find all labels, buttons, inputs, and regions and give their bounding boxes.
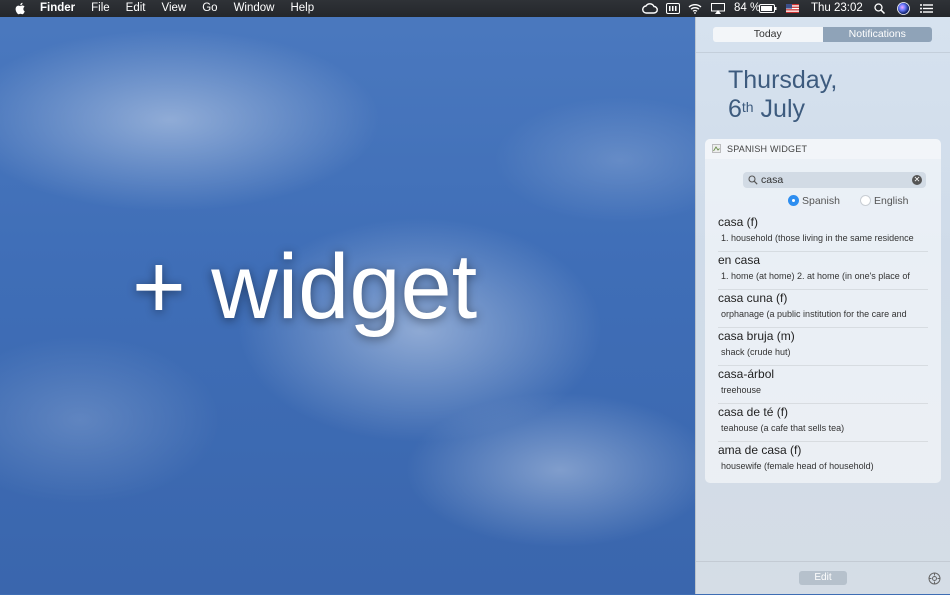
- list-item[interactable]: en casa 1. home (at home) 2. at home (in…: [718, 252, 928, 290]
- widget-header: SPANISH WIDGET: [705, 139, 941, 159]
- radio-spanish-indicator[interactable]: [788, 195, 799, 206]
- result-term: ama de casa (f): [718, 443, 802, 457]
- list-item[interactable]: ama de casa (f) housewife (female head o…: [718, 442, 928, 479]
- date-weekday: Thursday,: [728, 66, 838, 94]
- list-item[interactable]: casa (f) 1. household (those living in t…: [718, 214, 928, 252]
- result-term: en casa: [718, 253, 761, 267]
- result-definition: teahouse (a cafe that sells tea): [721, 423, 845, 433]
- view-switcher: Today Notifications: [713, 27, 932, 42]
- divider: [696, 52, 950, 53]
- radio-english-label: English: [874, 195, 909, 207]
- wifi-icon[interactable]: [688, 3, 702, 14]
- us-flag-icon[interactable]: [786, 4, 799, 13]
- result-definition: shack (crude hut): [721, 347, 791, 357]
- result-term: casa (f): [718, 215, 759, 229]
- result-term: casa de té (f): [718, 405, 789, 419]
- menu-edit[interactable]: Edit: [126, 0, 146, 17]
- notification-center-icon[interactable]: [920, 4, 933, 13]
- keyboard-menu-icon[interactable]: [666, 3, 680, 14]
- result-term: casa-árbol: [718, 367, 775, 381]
- result-definition: treehouse: [721, 385, 762, 395]
- notification-center-footer: Edit: [696, 561, 950, 595]
- radio-english-indicator[interactable]: [860, 195, 871, 206]
- menu-file[interactable]: File: [91, 0, 110, 17]
- menu-help[interactable]: Help: [290, 0, 314, 17]
- menu-go[interactable]: Go: [202, 0, 217, 17]
- search-input[interactable]: casa ✕: [743, 172, 926, 188]
- promo-headline: + widget: [132, 236, 478, 338]
- radio-english[interactable]: English: [860, 194, 920, 208]
- edit-button[interactable]: Edit: [799, 571, 847, 585]
- radio-spanish[interactable]: Spanish: [788, 194, 848, 208]
- list-item[interactable]: casa-árbol treehouse: [718, 366, 928, 404]
- siri-icon[interactable]: [897, 2, 910, 15]
- result-definition: housewife (female head of household): [721, 461, 874, 471]
- menu-window[interactable]: Window: [234, 0, 275, 17]
- date-suffix: th: [741, 99, 754, 115]
- notification-center-panel: Today Notifications Thursday, 6th July S…: [695, 17, 950, 594]
- apple-icon[interactable]: [14, 2, 26, 15]
- date-month: July: [760, 95, 806, 123]
- list-item[interactable]: casa cuna (f) orphanage (a public instit…: [718, 290, 928, 328]
- battery-icon[interactable]: [759, 4, 777, 13]
- widget-app-icon: [712, 144, 721, 153]
- date-day: 6: [728, 95, 742, 123]
- menu-view[interactable]: View: [162, 0, 187, 17]
- result-definition: 1. home (at home) 2. at home (in one's p…: [721, 271, 910, 281]
- radio-spanish-label: Spanish: [802, 195, 840, 207]
- menu-clock[interactable]: Thu 23:02: [811, 0, 863, 17]
- widget-title: SPANISH WIDGET: [727, 144, 808, 154]
- search-icon: [748, 175, 758, 185]
- tab-notifications[interactable]: Notifications: [822, 27, 932, 42]
- airplay-icon[interactable]: [711, 3, 725, 14]
- list-item[interactable]: casa bruja (m) shack (crude hut): [718, 328, 928, 366]
- search-query: casa: [761, 174, 784, 186]
- battery-percent[interactable]: 84 %: [734, 0, 760, 17]
- clear-search-icon[interactable]: ✕: [912, 175, 922, 185]
- tab-today[interactable]: Today: [713, 27, 823, 42]
- creative-cloud-icon[interactable]: [642, 3, 658, 14]
- result-definition: orphanage (a public institution for the …: [721, 309, 907, 319]
- spanish-widget: SPANISH WIDGET casa ✕ Spanish English ca…: [705, 139, 941, 483]
- result-term: casa cuna (f): [718, 291, 788, 305]
- results-list: casa (f) 1. household (those living in t…: [718, 214, 928, 479]
- result-definition: 1. household (those living in the same r…: [721, 233, 914, 243]
- spotlight-search-icon[interactable]: [874, 3, 885, 14]
- date-day-month: 6th July: [728, 95, 805, 123]
- menu-bar: Finder File Edit View Go Window Help 84 …: [0, 0, 950, 17]
- result-term: casa bruja (m): [718, 329, 795, 343]
- menu-app-name[interactable]: Finder: [40, 0, 75, 17]
- list-item[interactable]: casa de té (f) teahouse (a cafe that sel…: [718, 404, 928, 442]
- gear-icon[interactable]: [928, 572, 941, 585]
